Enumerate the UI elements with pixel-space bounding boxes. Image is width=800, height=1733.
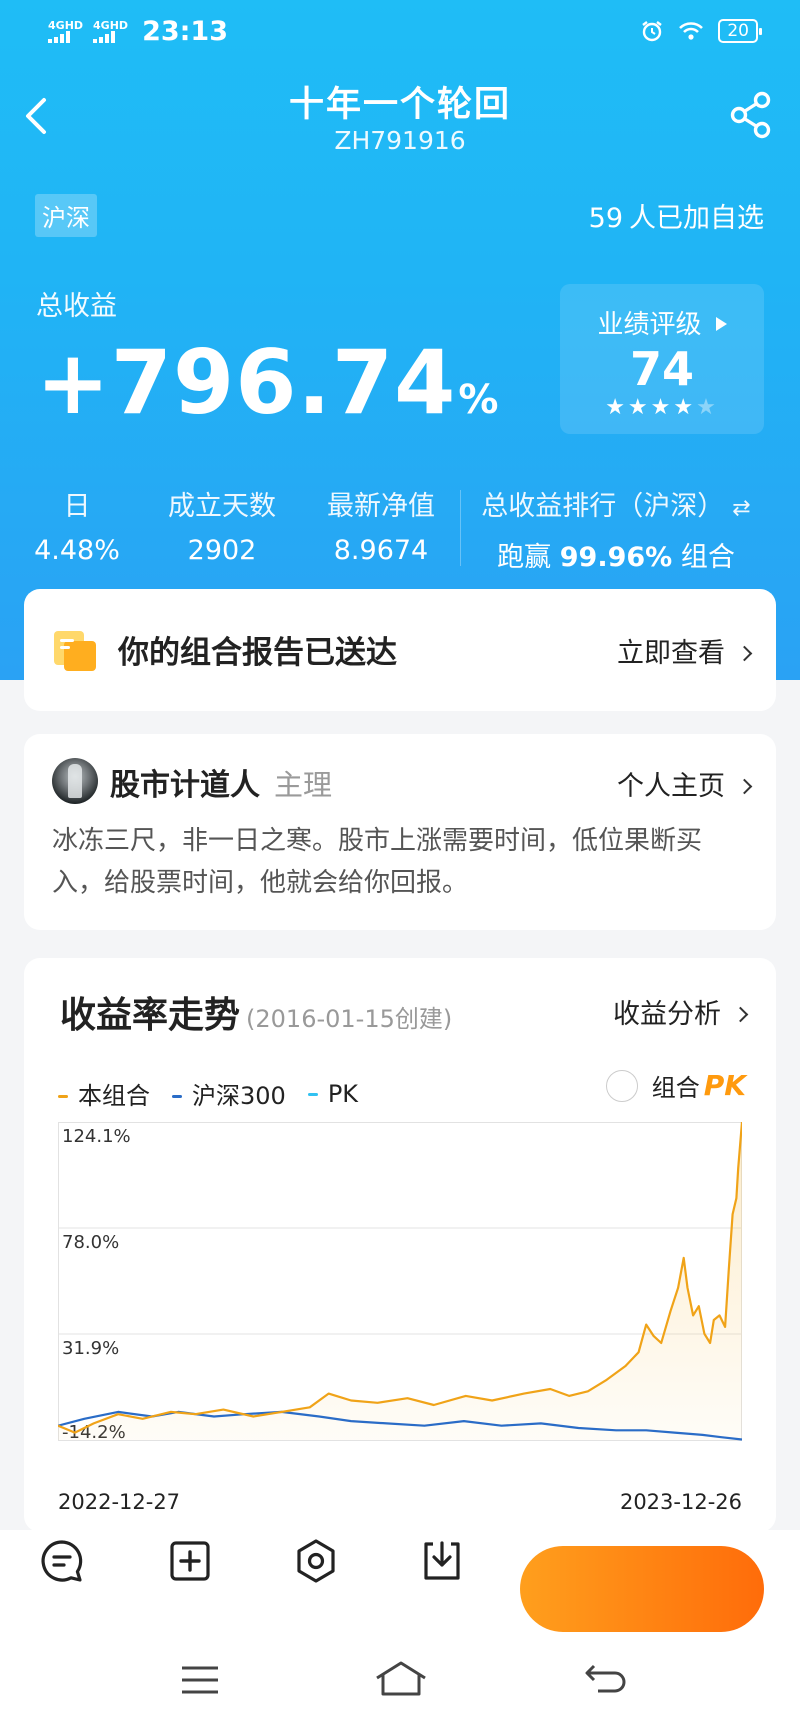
clock: 23:13 [142,15,229,47]
legend-portfolio: 本组合 [58,1076,150,1111]
followers-count: 59 人已加自选 [588,203,764,234]
manager-card: 股市计道人 主理 个人主页 冰冻三尺，非一日之寒。股市上涨需要时间，低位果断买入，… [24,734,776,930]
chart-subtitle: (2016-01-15创建) [246,1005,453,1033]
total-return-label: 总收益 [36,291,117,322]
settings-icon [297,1539,335,1583]
report-banner[interactable]: 你的组合报告已送达 立即查看 [24,589,776,711]
y-tick-label: 31.9% [62,1338,119,1359]
order-button[interactable] [394,1538,490,1590]
discuss-button[interactable] [14,1538,110,1590]
battery-icon: 20 [718,19,762,43]
alarm-icon [642,21,663,42]
x-end-label: 2023-12-26 [619,1490,742,1514]
system-nav-bar [0,1638,800,1733]
menu-icon[interactable] [180,1664,220,1696]
chart-title: 收益率走势 (2016-01-15创建) [60,995,453,1036]
legend-pk: PK [307,1080,358,1108]
chevron-right-icon [732,1006,749,1023]
download-icon [424,1541,460,1580]
manager-name: 股市计道人 主理 [110,768,333,803]
profile-link[interactable]: 个人主页 [617,764,753,803]
rating-score: 74 [629,342,694,396]
y-tick-label: 78.0% [62,1232,119,1253]
x-start-label: 2022-12-27 [58,1490,181,1514]
stat-day: 日 4.48% [34,491,120,566]
signal-icon: 4GHD [93,20,128,43]
share-icon[interactable] [728,90,774,140]
pk-mark: PK [703,1069,746,1102]
rating-label: 业绩评级 [597,310,702,340]
stat-days-since: 成立天数 2902 [168,491,276,566]
add-icon [170,1541,210,1581]
portfolio-code: ZH791916 [334,126,466,155]
manager-description: 冰冻三尺，非一日之寒。股市上涨需要时间，低位果断买入，给股票时间，他就会给你回报… [52,826,703,898]
portfolio-area [58,1122,742,1440]
portfolio-stats: 日 4.48% 成立天数 2902 最新净值 8.9674 总收益排行（沪深） ⇄… [0,484,800,574]
portfolio-title: 十年一个轮回 [288,85,511,125]
y-tick-label: 124.1% [62,1126,131,1147]
manager-role: 主理 [274,768,333,802]
performance-rating[interactable]: 业绩评级 74 ★★★★★ [560,284,764,434]
pk-toggle[interactable]: 组合 PK [605,1068,746,1103]
play-icon [715,317,727,331]
portfolio-header: 4GHD 4GHD 23:13 20 十年一个轮回 ZH791916 沪深 59… [0,0,800,680]
report-icon [54,631,96,671]
stat-nav: 最新净值 8.9674 [327,491,435,566]
back-nav-icon[interactable] [584,1662,628,1698]
home-icon[interactable] [374,1660,428,1698]
chevron-right-icon [736,645,753,662]
add-watchlist-button[interactable] [142,1538,238,1590]
bottom-action-bar [0,1530,800,1638]
chat-icon [41,1540,83,1582]
wifi-icon [679,22,704,40]
market-tag: 沪深 [35,194,97,237]
return-trend-card: 收益率走势 (2016-01-15创建) 收益分析 本组合 沪深300 PK 组合… [24,958,776,1532]
avatar[interactable] [52,758,98,804]
total-return-value: +796.74% [36,331,500,434]
return-analysis-link[interactable]: 收益分析 [613,992,749,1031]
rebalance-button[interactable] [520,1546,764,1632]
chevron-right-icon [736,778,753,795]
pk-radio[interactable] [605,1069,638,1102]
return-chart[interactable]: 124.1%78.0%31.9%-14.2% [58,1122,742,1482]
swap-icon[interactable]: ⇄ [732,496,750,521]
status-bar: 4GHD 4GHD 23:13 20 [48,14,762,48]
view-report-link[interactable]: 立即查看 [617,631,753,670]
report-text: 你的组合报告已送达 [118,635,397,671]
signal-icon: 4GHD [48,20,83,43]
rating-stars: ★★★★★ [605,395,719,420]
stat-rank[interactable]: 总收益排行（沪深） ⇄ 跑赢 99.96% 组合 [470,484,762,574]
legend-csi300: 沪深300 [172,1076,286,1111]
manage-button[interactable] [268,1538,364,1590]
divider [460,490,461,566]
chart-legend: 本组合 沪深300 PK [58,1076,358,1111]
